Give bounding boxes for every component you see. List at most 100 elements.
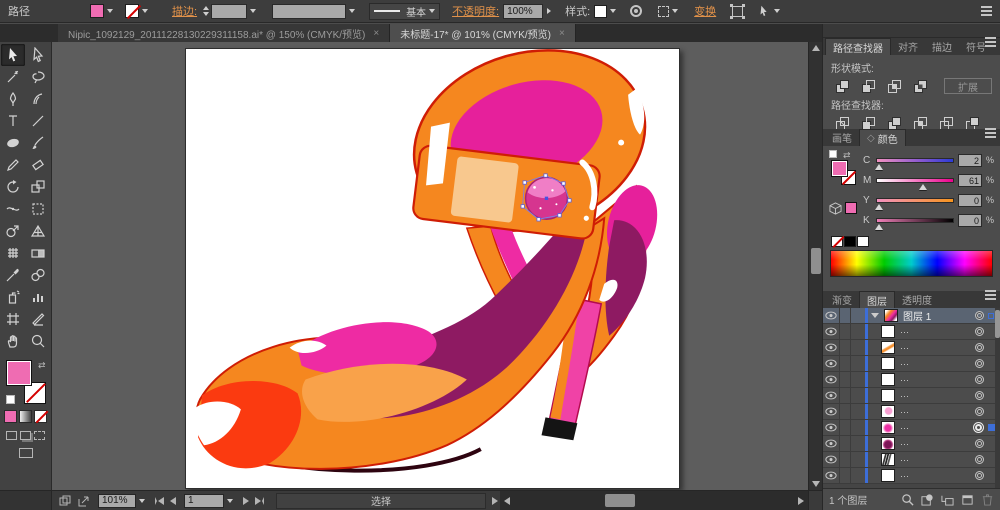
- stroke-weight-link[interactable]: 描边:: [172, 3, 197, 19]
- pen-tool[interactable]: [1, 88, 25, 110]
- eye-icon[interactable]: [825, 439, 837, 448]
- visibility-toggle[interactable]: [823, 452, 840, 467]
- eraser-tool[interactable]: [26, 154, 50, 176]
- target-icon[interactable]: [973, 422, 984, 433]
- target-icon[interactable]: [975, 375, 984, 384]
- layer-thumbnail-white[interactable]: [881, 389, 895, 402]
- previous-artboard-icon[interactable]: [170, 497, 176, 505]
- layer-row-path[interactable]: ···: [823, 340, 1000, 356]
- slider-thumb[interactable]: [919, 184, 927, 190]
- visibility-toggle[interactable]: [823, 308, 840, 323]
- lock-column[interactable]: [840, 468, 851, 483]
- layer-thumbnail-shoe[interactable]: [884, 309, 898, 322]
- transform-link[interactable]: 变换: [694, 3, 716, 19]
- eye-icon[interactable]: [825, 423, 837, 432]
- slider-thumb[interactable]: [875, 164, 883, 170]
- brush-definition-dropdown[interactable]: 基本: [369, 3, 440, 20]
- scroll-down-icon[interactable]: [812, 481, 820, 487]
- visibility-toggle[interactable]: [823, 324, 840, 339]
- tab-align[interactable]: 对齐: [891, 38, 925, 55]
- eye-icon[interactable]: [825, 311, 837, 320]
- magic-wand-tool[interactable]: [1, 66, 25, 88]
- eye-icon[interactable]: [825, 455, 837, 464]
- expand-triangle-icon[interactable]: [871, 313, 879, 318]
- layer-thumbnail-magenta-shape[interactable]: [881, 421, 895, 434]
- layer-row-path[interactable]: ···: [823, 468, 1000, 484]
- color-button[interactable]: [4, 410, 17, 423]
- panel-menu-icon[interactable]: [985, 128, 996, 130]
- curvature-tool[interactable]: [26, 88, 50, 110]
- brush-dropdown-icon[interactable]: [429, 9, 435, 13]
- layer-row-path[interactable]: ···: [823, 436, 1000, 452]
- ellipse-tool[interactable]: [1, 132, 25, 154]
- rotate-tool[interactable]: [1, 176, 25, 198]
- eye-icon[interactable]: [825, 327, 837, 336]
- opacity-expand-icon[interactable]: [547, 8, 551, 14]
- tab-color[interactable]: ◇颜色: [859, 129, 906, 146]
- black-swatch[interactable]: [844, 236, 856, 247]
- k-value-field[interactable]: 0: [958, 214, 982, 227]
- perspective-grid-tool[interactable]: [26, 220, 50, 242]
- exclude-button[interactable]: [909, 77, 931, 95]
- tab-pathfinder[interactable]: 路径查找器: [825, 38, 891, 55]
- layer-row-path[interactable]: ···: [823, 420, 1000, 436]
- target-icon[interactable]: [975, 327, 984, 336]
- layer-name[interactable]: ···: [900, 423, 973, 433]
- layers-scrollbar[interactable]: [995, 308, 1000, 488]
- zoom-dropdown-icon[interactable]: [139, 499, 145, 503]
- visibility-toggle[interactable]: [823, 340, 840, 355]
- horizontal-scrollbar[interactable]: [500, 491, 808, 510]
- layer-name[interactable]: ···: [900, 359, 975, 369]
- fill-color-swatch[interactable]: [90, 4, 104, 18]
- layer-row-path[interactable]: ···: [823, 388, 1000, 404]
- target-icon[interactable]: [975, 439, 984, 448]
- tab-stroke[interactable]: 描边: [925, 38, 959, 55]
- m-value-field[interactable]: 61: [958, 174, 982, 187]
- c-value-field[interactable]: 2: [958, 154, 982, 167]
- layer-name[interactable]: ···: [900, 327, 975, 337]
- layer-name[interactable]: ···: [900, 407, 975, 417]
- eyedropper-tool[interactable]: [1, 264, 25, 286]
- zoom-tool[interactable]: [26, 330, 50, 352]
- close-icon[interactable]: ×: [559, 28, 565, 39]
- target-icon[interactable]: [975, 359, 984, 368]
- layer-thumbnail-white[interactable]: [881, 373, 895, 386]
- out-of-gamut-icon[interactable]: [829, 202, 842, 215]
- artboard[interactable]: [185, 48, 680, 489]
- next-artboard-icon[interactable]: [243, 497, 249, 505]
- new-sublayer-icon[interactable]: [941, 493, 954, 506]
- layer-name[interactable]: ···: [900, 455, 975, 465]
- gradient-tool[interactable]: [26, 242, 50, 264]
- tab-layers[interactable]: 图层: [859, 291, 895, 308]
- lock-column[interactable]: [840, 452, 851, 467]
- scroll-left-icon[interactable]: [504, 497, 510, 505]
- panel-fill-swatch[interactable]: [831, 160, 848, 177]
- layer-row-header[interactable]: 图层 1: [823, 308, 1000, 324]
- artboard-dropdown-icon[interactable]: [227, 499, 233, 503]
- layer-name[interactable]: 图层 1: [903, 308, 975, 323]
- draw-normal-icon[interactable]: [6, 431, 17, 440]
- status-flyout-icon[interactable]: [492, 497, 498, 505]
- close-icon[interactable]: ×: [373, 28, 379, 39]
- document-tab[interactable]: Nipic_1092129_20111228130229311158.ai* @…: [58, 24, 390, 42]
- direct-selection-tool[interactable]: [26, 44, 50, 66]
- control-panel-menu-icon[interactable]: [981, 6, 992, 8]
- k-slider[interactable]: [876, 218, 954, 223]
- share-screen-icon[interactable]: [78, 495, 90, 507]
- canvas-area[interactable]: [52, 42, 808, 490]
- lock-column[interactable]: [840, 404, 851, 419]
- visibility-toggle[interactable]: [823, 420, 840, 435]
- tab-brushes[interactable]: 画笔: [825, 129, 859, 146]
- target-icon[interactable]: [975, 407, 984, 416]
- lock-column[interactable]: [840, 372, 851, 387]
- bounding-box-icon[interactable]: [732, 6, 743, 17]
- layer-row-path[interactable]: ···: [823, 356, 1000, 372]
- stroke-weight-stepper[interactable]: [203, 6, 209, 16]
- align-options-icon[interactable]: [658, 6, 669, 17]
- eye-icon[interactable]: [825, 375, 837, 384]
- eye-icon[interactable]: [825, 343, 837, 352]
- blend-tool[interactable]: [26, 264, 50, 286]
- lock-column[interactable]: [840, 436, 851, 451]
- artwork-shoe[interactable]: [186, 49, 679, 488]
- delete-layer-icon[interactable]: [981, 493, 994, 506]
